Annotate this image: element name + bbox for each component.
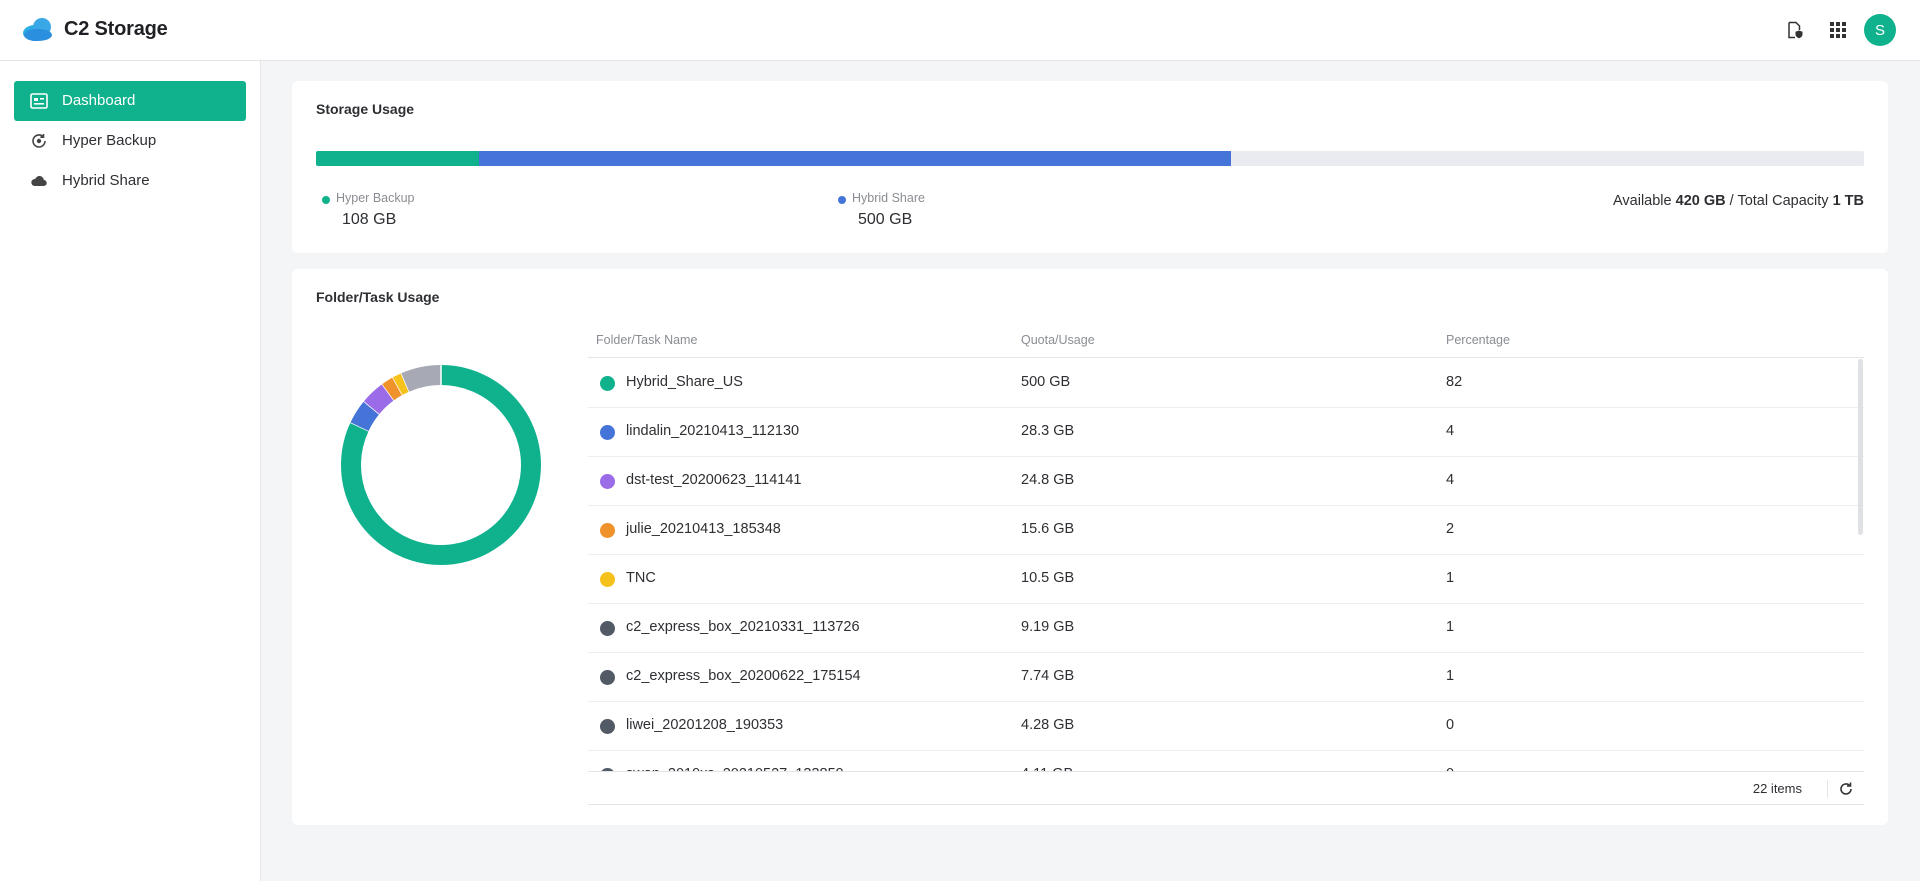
table-row[interactable]: c2_express_box_20200622_175154 7.74 GB 1: [588, 653, 1864, 702]
column-header-quota[interactable]: Quota/Usage: [1021, 333, 1095, 347]
table-body: Hybrid_Share_US 500 GB 82 lindalin_20210413…: [588, 359, 1864, 771]
storage-usage-card: Storage Usage Hyper Backup 108 GB Hybrid…: [292, 81, 1888, 253]
donut-slice[interactable]: [401, 365, 442, 392]
storage-usage-title: Storage Usage: [316, 101, 415, 117]
table-row[interactable]: liwei_20201208_190353 4.28 GB 0: [588, 702, 1864, 751]
row-color-dot: [600, 376, 615, 391]
legend-value: 108 GB: [342, 211, 397, 228]
row-quota: 7.74 GB: [1021, 668, 1075, 684]
dashboard-icon: [30, 93, 48, 109]
sidebar-item-hybrid-share[interactable]: Hybrid Share: [14, 161, 246, 201]
row-name: julie_20210413_185348: [626, 521, 781, 537]
donut-slice[interactable]: [392, 373, 410, 395]
refresh-icon[interactable]: [1838, 781, 1854, 797]
sidebar-item-hyper-backup[interactable]: Hyper Backup: [14, 121, 246, 161]
row-name: lindalin_20210413_112130: [626, 423, 800, 439]
cloud-icon: [31, 176, 47, 187]
app-title: C2 Storage: [64, 18, 168, 40]
sidebar-item-label: Hyper Backup: [62, 132, 157, 149]
row-name: dst-test_20200623_114141: [626, 472, 802, 488]
legend-dot: [322, 196, 330, 204]
table-scrollbar[interactable]: [1858, 359, 1863, 535]
capacity-separator: /: [1729, 193, 1734, 209]
legend-dot: [838, 196, 846, 204]
row-color-dot: [600, 572, 615, 587]
storage-usage-bar: [316, 151, 1864, 166]
folder-task-usage-card: Folder/Task Usage Folder/Task Name Quota…: [292, 269, 1888, 825]
row-percentage: 1: [1446, 570, 1455, 586]
table-row[interactable]: c2_express_box_20210331_113726 9.19 GB 1: [588, 604, 1864, 653]
legend-name: Hyper Backup: [336, 191, 415, 205]
row-percentage: 1: [1446, 619, 1455, 635]
user-avatar[interactable]: S: [1864, 14, 1896, 46]
hyper-backup-icon: [32, 134, 46, 148]
sidebar-item-label: Hybrid Share: [62, 172, 150, 189]
available-label: Available: [1613, 193, 1672, 209]
row-name: c2_express_box_20210331_113726: [626, 619, 860, 635]
row-name: c2_express_box_20200622_175154: [626, 668, 861, 684]
donut-slice[interactable]: [363, 384, 395, 415]
row-quota: 500 GB: [1021, 374, 1071, 390]
available-value: 420 GB: [1675, 193, 1726, 209]
apps-grid-icon[interactable]: [1825, 17, 1851, 43]
legend-value: 500 GB: [858, 211, 913, 228]
table-row[interactable]: TNC 10.5 GB 1: [588, 555, 1864, 604]
sidebar-item-label: Dashboard: [62, 92, 136, 109]
sidebar-item-dashboard[interactable]: Dashboard: [14, 81, 246, 121]
row-quota: 10.5 GB: [1021, 570, 1075, 586]
row-quota: 28.3 GB: [1021, 423, 1075, 439]
sidebar: Dashboard Hyper Backup Hybrid Share: [0, 61, 261, 881]
total-capacity-label: Total Capacity: [1737, 193, 1829, 209]
folder-task-usage-title: Folder/Task Usage: [316, 289, 440, 305]
row-quota: 4.28 GB: [1021, 717, 1075, 733]
table-footer: 22 items: [588, 771, 1864, 805]
row-percentage: 1: [1446, 668, 1455, 684]
column-header-percentage[interactable]: Percentage: [1446, 333, 1510, 347]
row-color-dot: [600, 719, 615, 734]
usage-segment-hyper-backup: [316, 151, 479, 166]
donut-slice[interactable]: [382, 377, 403, 401]
top-header: C2 Storage S: [0, 0, 1920, 61]
total-capacity-value: 1 TB: [1832, 193, 1864, 209]
row-quota: 15.6 GB: [1021, 521, 1075, 537]
row-name: liwei_20201208_190353: [626, 717, 784, 733]
row-percentage: 4: [1446, 472, 1455, 488]
row-percentage: 4: [1446, 423, 1455, 439]
row-name: Hybrid_Share_US: [626, 374, 743, 390]
footer-divider: [1827, 780, 1828, 798]
table-header: Folder/Task Name Quota/Usage Percentage: [588, 323, 1864, 358]
row-quota: 24.8 GB: [1021, 472, 1075, 488]
donut-slice[interactable]: [350, 401, 380, 432]
c2-cloud-logo-icon: [23, 18, 52, 41]
row-percentage: 82: [1446, 374, 1463, 390]
usage-segment-hybrid-share: [479, 151, 1231, 166]
column-header-name[interactable]: Folder/Task Name: [596, 333, 697, 347]
row-percentage: 2: [1446, 521, 1455, 537]
row-color-dot: [600, 425, 615, 440]
item-count: 22 items: [1752, 781, 1802, 796]
folder-task-table: Folder/Task Name Quota/Usage Percentage …: [588, 323, 1864, 805]
table-row[interactable]: Hybrid_Share_US 500 GB 82: [588, 359, 1864, 408]
row-name: TNC: [626, 570, 656, 586]
row-color-dot: [600, 474, 615, 489]
capacity-summary: Available 420 GB / Total Capacity 1 TB: [1613, 193, 1864, 209]
usage-donut-chart: [341, 364, 541, 565]
row-color-dot: [600, 670, 615, 685]
table-row[interactable]: dst-test_20200623_114141 24.8 GB 4: [588, 457, 1864, 506]
table-row[interactable]: swan_2019xs_20210527_1338594.11 GB0: [588, 751, 1864, 771]
row-quota: 9.19 GB: [1021, 619, 1075, 635]
legend-name: Hybrid Share: [852, 191, 925, 205]
row-percentage: 0: [1446, 717, 1455, 733]
table-row[interactable]: julie_20210413_185348 15.6 GB 2: [588, 506, 1864, 555]
file-shield-icon[interactable]: [1782, 17, 1808, 43]
row-color-dot: [600, 523, 615, 538]
table-row[interactable]: lindalin_20210413_112130 28.3 GB 4: [588, 408, 1864, 457]
row-color-dot: [600, 621, 615, 636]
